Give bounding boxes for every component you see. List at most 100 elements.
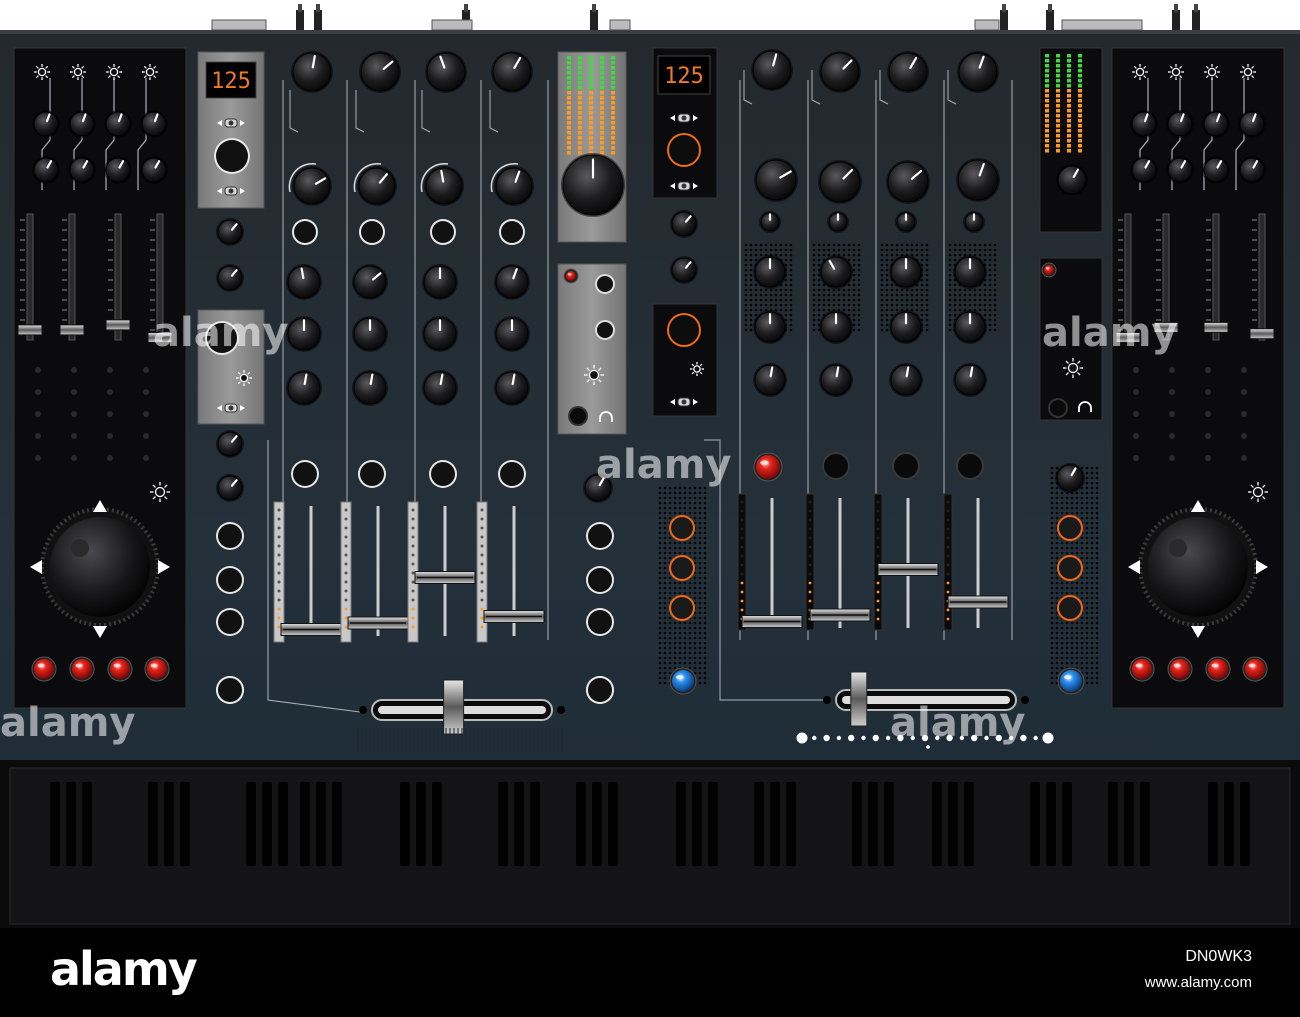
rotary-knob[interactable] — [494, 370, 530, 406]
rotary-knob[interactable] — [68, 156, 96, 184]
left-jog-wheel[interactable] — [40, 507, 160, 627]
push-button[interactable] — [216, 566, 244, 594]
rotary-knob[interactable] — [422, 370, 458, 406]
right-jog-wheel[interactable] — [1138, 507, 1258, 627]
rotary-knob[interactable] — [819, 51, 861, 93]
rotary-knob[interactable] — [352, 316, 388, 352]
push-button[interactable] — [216, 522, 244, 550]
rotary-knob[interactable] — [1166, 110, 1194, 138]
push-button[interactable] — [359, 219, 385, 245]
rotary-knob[interactable] — [753, 310, 787, 344]
red-led-button[interactable] — [563, 268, 579, 284]
push-button[interactable] — [667, 313, 701, 347]
push-button[interactable] — [667, 133, 701, 167]
push-button[interactable] — [291, 460, 319, 488]
push-button[interactable] — [430, 219, 456, 245]
rotary-knob[interactable] — [670, 210, 698, 238]
push-button[interactable] — [586, 676, 614, 704]
rotary-knob[interactable] — [1056, 164, 1088, 196]
red-led-button[interactable] — [1129, 656, 1155, 682]
red-led-button[interactable] — [1242, 656, 1268, 682]
rotary-knob[interactable] — [422, 264, 458, 300]
rotary-knob[interactable] — [216, 264, 244, 292]
push-button[interactable] — [499, 219, 525, 245]
rotary-knob[interactable] — [1238, 156, 1266, 184]
rotary-knob[interactable] — [754, 158, 798, 202]
red-led-button[interactable] — [753, 452, 783, 482]
rotary-knob[interactable] — [895, 211, 917, 233]
rotary-knob[interactable] — [286, 370, 322, 406]
red-led-button[interactable] — [1167, 656, 1193, 682]
rotary-knob[interactable] — [953, 310, 987, 344]
rotary-knob[interactable] — [887, 51, 929, 93]
push-button[interactable] — [429, 460, 457, 488]
red-led-button[interactable] — [144, 656, 170, 682]
rotary-knob[interactable] — [1202, 156, 1230, 184]
red-led-button[interactable] — [1041, 262, 1057, 278]
push-button[interactable] — [586, 522, 614, 550]
rotary-knob[interactable] — [32, 110, 60, 138]
rotary-knob[interactable] — [957, 51, 999, 93]
red-led-button[interactable] — [107, 656, 133, 682]
rotary-knob[interactable] — [886, 160, 930, 204]
push-button[interactable] — [292, 219, 318, 245]
rotary-knob[interactable] — [818, 160, 862, 204]
rotary-knob[interactable] — [759, 211, 781, 233]
rotary-knob[interactable] — [140, 156, 168, 184]
push-button[interactable] — [669, 515, 695, 541]
blue-led-button[interactable] — [1057, 667, 1085, 695]
rotary-knob[interactable] — [963, 211, 985, 233]
rotary-knob[interactable] — [753, 255, 787, 289]
rotary-knob[interactable] — [140, 110, 168, 138]
rotary-knob[interactable] — [819, 363, 853, 397]
rotary-knob[interactable] — [1238, 110, 1266, 138]
push-button[interactable] — [568, 406, 588, 426]
rotary-knob[interactable] — [422, 316, 458, 352]
rotary-knob[interactable] — [352, 370, 388, 406]
rotary-knob[interactable] — [889, 310, 923, 344]
red-led-button[interactable] — [31, 656, 57, 682]
rotary-knob[interactable] — [953, 363, 987, 397]
rotary-knob[interactable] — [425, 51, 467, 93]
rotary-knob[interactable] — [216, 218, 244, 246]
rotary-knob[interactable] — [953, 255, 987, 289]
rotary-knob[interactable] — [291, 51, 333, 93]
rotary-knob[interactable] — [104, 110, 132, 138]
push-button[interactable] — [1057, 595, 1083, 621]
rotary-knob[interactable] — [286, 264, 322, 300]
push-button[interactable] — [358, 460, 386, 488]
rotary-knob[interactable] — [491, 51, 533, 93]
rotary-knob[interactable] — [68, 110, 96, 138]
push-button[interactable] — [595, 320, 615, 340]
rotary-knob[interactable] — [1130, 156, 1158, 184]
push-button[interactable] — [1057, 555, 1083, 581]
rotary-knob[interactable] — [216, 474, 244, 502]
push-button[interactable] — [216, 608, 244, 636]
rotary-knob[interactable] — [956, 158, 1000, 202]
rotary-knob[interactable] — [494, 316, 530, 352]
rotary-knob[interactable] — [751, 49, 793, 91]
push-button[interactable] — [956, 452, 984, 480]
rotary-knob[interactable] — [561, 153, 625, 217]
rotary-knob[interactable] — [359, 51, 401, 93]
push-button[interactable] — [822, 452, 850, 480]
push-button[interactable] — [586, 608, 614, 636]
rotary-knob[interactable] — [819, 255, 853, 289]
rotary-knob[interactable] — [286, 316, 322, 352]
push-button[interactable] — [892, 452, 920, 480]
rotary-knob[interactable] — [819, 310, 853, 344]
push-button[interactable] — [1048, 398, 1068, 418]
rotary-knob[interactable] — [1202, 110, 1230, 138]
rotary-knob[interactable] — [1166, 156, 1194, 184]
red-led-button[interactable] — [1205, 656, 1231, 682]
rotary-knob[interactable] — [494, 264, 530, 300]
rotary-knob[interactable] — [104, 156, 132, 184]
push-button[interactable] — [214, 138, 250, 174]
push-button[interactable] — [669, 555, 695, 581]
push-button[interactable] — [1057, 515, 1083, 541]
push-button[interactable] — [216, 676, 244, 704]
push-button[interactable] — [586, 566, 614, 594]
blue-led-button[interactable] — [669, 667, 697, 695]
rotary-knob[interactable] — [753, 363, 787, 397]
red-led-button[interactable] — [69, 656, 95, 682]
